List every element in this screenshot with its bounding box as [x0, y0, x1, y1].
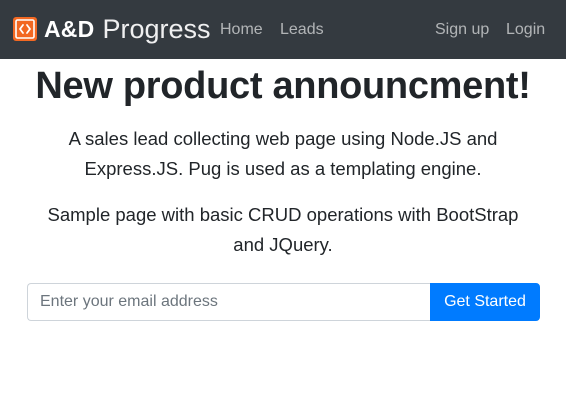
- nav-link-home[interactable]: Home: [220, 19, 263, 41]
- nav-link-login[interactable]: Login: [506, 19, 545, 41]
- email-signup-form: Get Started: [27, 283, 540, 321]
- brand-name: A&D: [44, 16, 95, 42]
- page-title: New product announcment!: [35, 65, 531, 107]
- code-brackets-icon: [13, 17, 37, 41]
- brand-link[interactable]: A&D Progress: [13, 14, 210, 44]
- brand-tagline: Progress: [102, 14, 211, 44]
- nav-link-leads[interactable]: Leads: [280, 19, 324, 41]
- top-navbar: A&D Progress Home Leads Sign up Login: [0, 0, 566, 59]
- description-paragraph: Sample page with basic CRUD operations w…: [47, 204, 519, 255]
- get-started-button[interactable]: Get Started: [430, 283, 540, 321]
- intro-paragraph: A sales lead collecting web page using N…: [68, 128, 498, 179]
- email-input[interactable]: [27, 283, 430, 321]
- nav-link-signup[interactable]: Sign up: [435, 19, 489, 41]
